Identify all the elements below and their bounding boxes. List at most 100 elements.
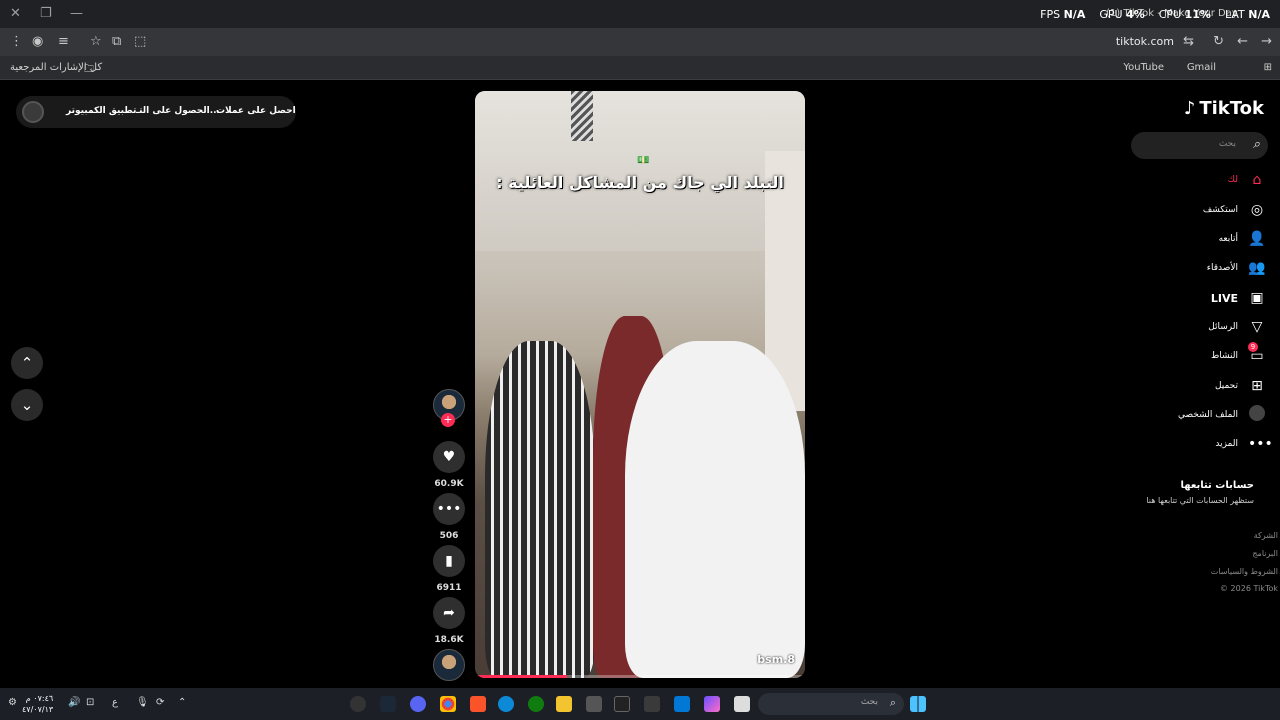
comment-icon[interactable]: ••• — [433, 493, 465, 525]
video-player[interactable]: 💵 التبلد الي جاك من المشاكل العائلية : b… — [475, 91, 805, 678]
forward-icon[interactable]: → — [1261, 34, 1272, 49]
save-count: 6911 — [436, 583, 462, 593]
sidebar-item-activity[interactable]: النشاط ▭ 9 — [1106, 342, 1266, 368]
sidebar-item-messages[interactable]: الرسائل ▽ — [1106, 315, 1266, 339]
sidebar-item-following[interactable]: أتابعه 👤 — [1106, 227, 1266, 251]
copilot-icon[interactable] — [704, 696, 720, 712]
folder-icon: 🗀 — [84, 64, 94, 75]
star-icon[interactable]: ☆ — [90, 34, 102, 49]
windows-taskbar: ٠٧:٤٦ م ٤٧/٠٧/١٣ ⚙ 🔊 ⊡ ع 🎙 ⟳ ⌃ بحث ⌕ — [0, 688, 1280, 720]
restore-window-icon[interactable]: ❐ — [40, 6, 52, 21]
back-icon[interactable]: ← — [1237, 34, 1248, 49]
sound-button[interactable] — [431, 649, 467, 681]
desktop-app-link[interactable]: تطبيق الكمبيوتر — [66, 106, 136, 116]
search-input[interactable]: بحث ⌕ — [1131, 132, 1268, 159]
app-icon-1[interactable] — [350, 696, 366, 712]
store-icon[interactable] — [644, 696, 660, 712]
task-view-icon[interactable] — [734, 696, 750, 712]
address-bar[interactable]: tiktok.com — [1116, 35, 1174, 48]
sidebar-item-upload[interactable]: تحميل ⊞ — [1106, 374, 1266, 398]
app-icon-2[interactable] — [586, 696, 602, 712]
taskbar-search-placeholder: بحث — [860, 697, 878, 707]
taskbar-search[interactable]: بحث ⌕ — [758, 693, 904, 715]
sidebar-item-for-you[interactable]: لك ⌂ — [1106, 168, 1266, 192]
notification-icon[interactable]: ⚙ — [8, 697, 17, 708]
menu-dots-icon[interactable]: ⋮ — [10, 34, 23, 49]
tray-chevron-up-icon[interactable]: ⌃ — [178, 697, 186, 708]
fps-label: FPS — [1040, 8, 1061, 21]
xbox-icon[interactable] — [528, 696, 544, 712]
profile-icon[interactable]: ◉ — [32, 34, 43, 49]
next-video-button[interactable]: ⌄ — [11, 389, 43, 421]
mail-icon[interactable] — [674, 696, 690, 712]
get-app-link[interactable]: الحصول على التـ... — [136, 106, 220, 116]
bookmark-icon[interactable]: ▮ — [433, 545, 465, 577]
comment-button[interactable]: ••• 506 — [431, 493, 467, 541]
file-explorer-icon[interactable] — [556, 696, 572, 712]
microphone-icon[interactable]: 🎙 — [136, 697, 149, 708]
minimize-window-icon[interactable]: — — [70, 6, 83, 21]
share-button[interactable]: ➦ 18.6K — [431, 597, 467, 645]
fps-value: N/A — [1063, 8, 1086, 21]
get-coins-link[interactable]: احصل على عملات — [216, 106, 296, 116]
apps-grid-icon[interactable]: ⊞ — [1264, 62, 1272, 73]
windows-start-icon[interactable] — [910, 696, 926, 712]
sidebar-item-profile[interactable]: الملف الشخصي — [1106, 403, 1266, 427]
ctrl-app-icon[interactable] — [614, 696, 630, 712]
heart-icon[interactable]: ♥ — [433, 441, 465, 473]
live-icon: ▣ — [1250, 290, 1264, 306]
footer-terms-link[interactable]: الشروط والسياسات — [1211, 567, 1278, 576]
following-accounts-subtitle: ستظهر الحسابات التي تتابعها هنا — [1146, 496, 1254, 505]
sound-disc-icon[interactable] — [433, 649, 465, 681]
clock-time: ٠٧:٤٦ م — [25, 694, 54, 703]
site-settings-icon[interactable]: ⇆ — [1183, 34, 1194, 49]
close-window-icon[interactable]: ✕ — [10, 6, 21, 21]
performance-overlay: FPS N/A GPU 4% CPU 11% LAT N/A — [1040, 8, 1270, 21]
brave-icon[interactable] — [470, 696, 486, 712]
screenshot-icon[interactable]: ⬚ — [134, 34, 146, 49]
video-progress-bar[interactable] — [475, 675, 805, 678]
tiktok-logo[interactable]: ♪ TikTok — [1184, 98, 1264, 119]
person-right — [625, 341, 805, 678]
share-icon[interactable]: ➦ — [433, 597, 465, 629]
like-button[interactable]: ♥ 60.9K — [431, 441, 467, 489]
gpu-value: 4% — [1126, 8, 1145, 21]
sidebar-item-label: النشاط — [1210, 351, 1238, 361]
keyboard-language[interactable]: ع — [112, 697, 118, 708]
bookmark-gmail[interactable]: Gmail — [1187, 62, 1216, 73]
user-avatar[interactable] — [22, 101, 44, 123]
follow-plus-icon[interactable]: + — [441, 413, 455, 427]
volume-icon[interactable]: 🔊 — [68, 697, 80, 708]
sidebar-item-label: الملف الشخصي — [1178, 410, 1238, 420]
logo-text: TikTok — [1199, 98, 1264, 119]
notification-badge: 9 — [1248, 342, 1258, 352]
sync-icon[interactable]: ⟳ — [156, 697, 164, 708]
lat-label: LAT — [1224, 8, 1245, 21]
chrome-icon[interactable] — [440, 696, 456, 712]
sidebar-item-label: الأصدقاء — [1206, 263, 1238, 273]
video-author[interactable]: bsm.8 — [757, 653, 795, 666]
sidebar-item-friends[interactable]: الأصدقاء 👥 — [1106, 256, 1266, 280]
browser-toolbar: ⋮ ◉ ≡ ☆ ⧉ ⬚ ⇆ ↻ ← → — [0, 28, 1280, 56]
sidebar-item-live[interactable]: LIVE ▣ — [1106, 286, 1266, 310]
reload-icon[interactable]: ↻ — [1213, 34, 1224, 49]
extensions-icon[interactable]: ⧉ — [112, 34, 121, 49]
previous-video-button[interactable]: ⌃ — [11, 347, 43, 379]
reading-list-icon[interactable]: ≡ — [58, 34, 69, 49]
steam-icon[interactable] — [380, 696, 396, 712]
edge-icon[interactable] — [498, 696, 514, 712]
footer-company-link[interactable]: الشركة — [1254, 531, 1278, 540]
sidebar-item-label: لك — [1227, 175, 1238, 185]
footer-program-link[interactable]: البرنامج — [1252, 549, 1278, 558]
creator-avatar-button[interactable]: + — [431, 389, 467, 427]
taskbar-clock[interactable]: ٠٧:٤٦ م ٤٧/٠٧/١٣ — [22, 693, 53, 715]
sidebar-item-explore[interactable]: استكشف ◎ — [1106, 198, 1266, 222]
search-icon[interactable]: ⌕ — [1253, 137, 1260, 152]
discord-icon[interactable] — [410, 696, 426, 712]
network-icon[interactable]: ⊡ — [86, 697, 94, 708]
sidebar-item-label: الرسائل — [1208, 322, 1238, 332]
sidebar-item-more[interactable]: المزيد ••• — [1106, 432, 1272, 456]
search-placeholder: بحث — [1218, 139, 1236, 149]
bookmark-youtube[interactable]: YouTube — [1123, 62, 1164, 73]
save-button[interactable]: ▮ 6911 — [431, 545, 467, 593]
